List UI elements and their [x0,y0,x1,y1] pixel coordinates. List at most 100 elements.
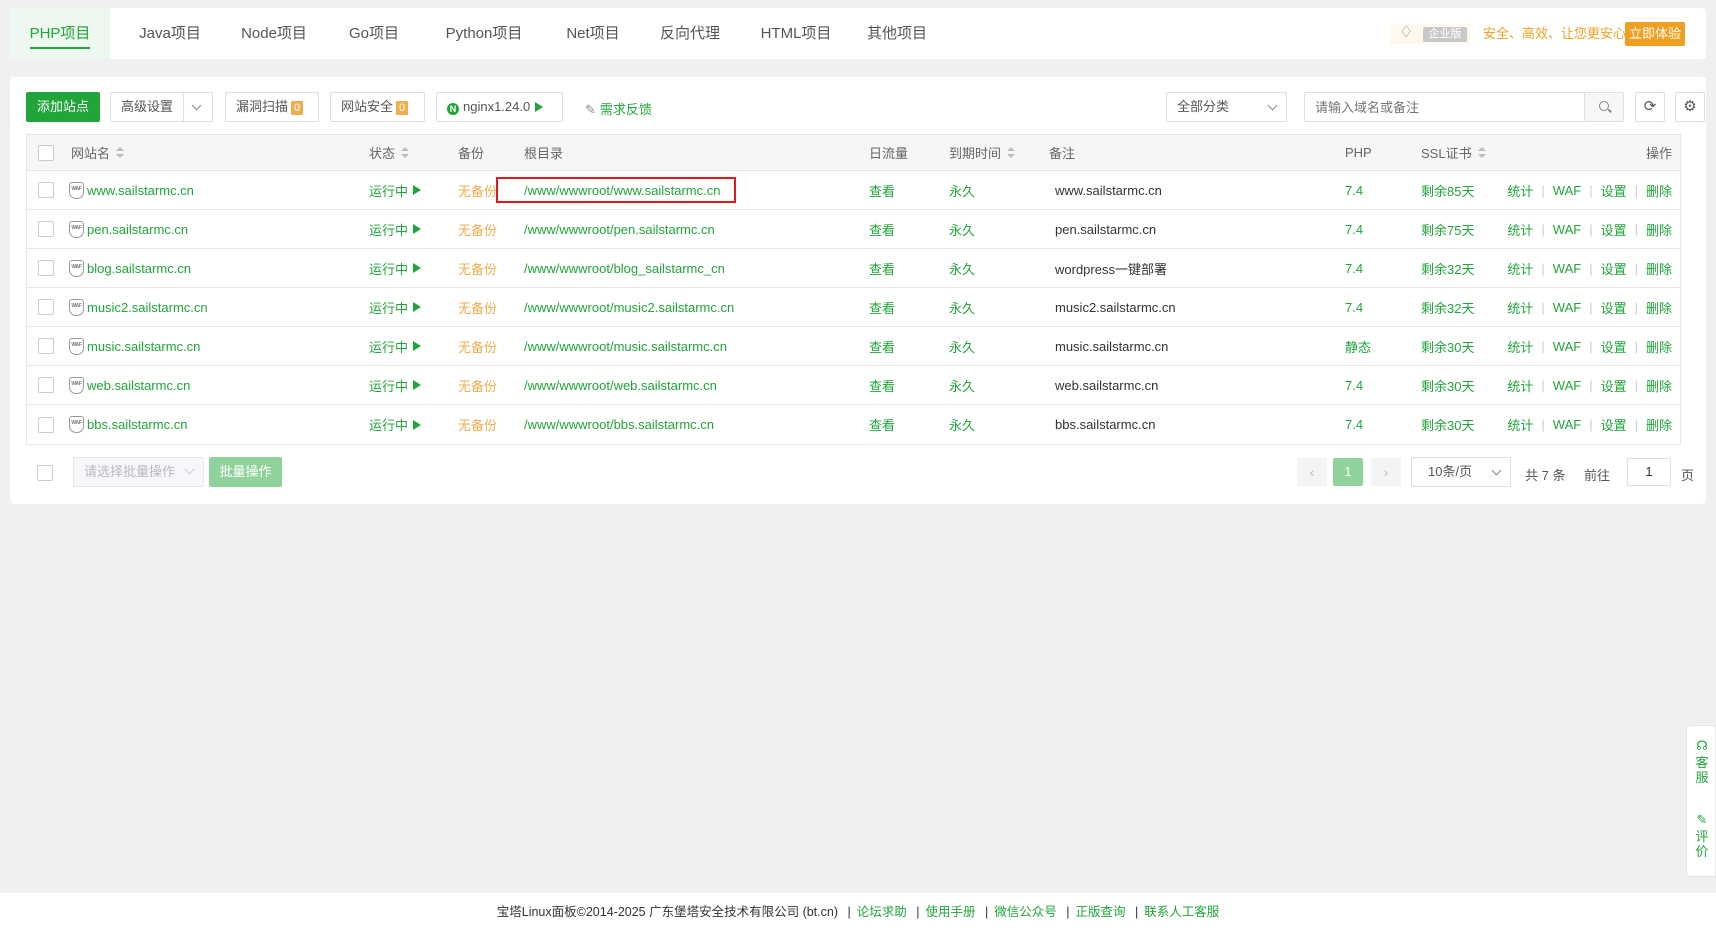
search-input[interactable] [1305,93,1585,121]
status-toggle[interactable]: 运行中 [369,366,422,404]
stats-action[interactable]: 统计 [1507,298,1533,317]
ssl-link[interactable]: 剩余32天 [1421,249,1474,287]
row-checkbox[interactable] [38,260,54,276]
expire-link[interactable]: 永久 [949,171,975,209]
delete-action[interactable]: 删除 [1646,415,1672,434]
delete-action[interactable]: 删除 [1646,337,1672,356]
site-name-link[interactable]: WAF bbs.sailstarmc.cn [69,405,187,444]
site-name-link[interactable]: WAF music.sailstarmc.cn [69,327,200,365]
traffic-link[interactable]: 查看 [869,405,895,444]
site-name-link[interactable]: WAF blog.sailstarmc.cn [69,249,191,287]
wechat-link[interactable]: 微信公众号 [994,905,1057,919]
ssl-link[interactable]: 剩余85天 [1421,171,1474,209]
advanced-dropdown[interactable] [183,92,213,122]
traffic-link[interactable]: 查看 [869,288,895,326]
settings-action[interactable]: 设置 [1601,376,1627,395]
backup-link[interactable]: 无备份 [458,327,497,365]
backup-link[interactable]: 无备份 [458,288,497,326]
header-expire[interactable]: 到期时间 [949,135,1016,170]
delete-action[interactable]: 删除 [1646,376,1672,395]
site-security-button[interactable]: 网站安全 0 [330,92,425,122]
traffic-link[interactable]: 查看 [869,366,895,404]
row-checkbox[interactable] [38,299,54,315]
status-toggle[interactable]: 运行中 [369,210,422,248]
remark-text[interactable]: www.sailstarmc.cn [1055,171,1162,209]
row-checkbox[interactable] [38,221,54,237]
remark-text[interactable]: pen.sailstarmc.cn [1055,210,1156,248]
site-name-link[interactable]: WAF pen.sailstarmc.cn [69,210,188,248]
forum-link[interactable]: 论坛求助 [857,905,907,919]
stats-action[interactable]: 统计 [1507,415,1533,434]
tab-go[interactable]: Go项目 [331,8,417,59]
root-dir-link[interactable]: /www/wwwroot/web.sailstarmc.cn [524,366,717,404]
ssl-link[interactable]: 剩余30天 [1421,366,1474,404]
remark-text[interactable]: wordpress一键部署 [1055,249,1167,287]
row-checkbox[interactable] [38,377,54,393]
status-toggle[interactable]: 运行中 [369,288,422,326]
traffic-link[interactable]: 查看 [869,210,895,248]
feedback-link[interactable]: ✎ 需求反馈 [585,99,652,118]
remark-text[interactable]: web.sailstarmc.cn [1055,366,1158,404]
status-toggle[interactable]: 运行中 [369,249,422,287]
stats-action[interactable]: 统计 [1507,220,1533,239]
waf-action[interactable]: WAF [1553,339,1581,354]
delete-action[interactable]: 删除 [1646,181,1672,200]
search-button[interactable] [1584,93,1623,121]
php-version-link[interactable]: 7.4 [1345,288,1363,326]
settings-action[interactable]: 设置 [1601,259,1627,278]
batch-operation-select[interactable]: 请选择批量操作 [73,457,204,487]
root-dir-link[interactable]: /www/wwwroot/pen.sailstarmc.cn [524,210,715,248]
waf-action[interactable]: WAF [1553,222,1581,237]
waf-action[interactable]: WAF [1553,183,1581,198]
waf-action[interactable]: WAF [1553,378,1581,393]
manual-link[interactable]: 使用手册 [925,905,975,919]
tab-php[interactable]: PHP项目 [10,8,110,59]
tab-other[interactable]: 其他项目 [850,8,944,59]
expire-link[interactable]: 永久 [949,288,975,326]
php-version-link[interactable]: 静态 [1345,327,1371,365]
row-checkbox[interactable] [38,416,54,433]
delete-action[interactable]: 删除 [1646,298,1672,317]
row-checkbox[interactable] [38,182,54,198]
backup-link[interactable]: 无备份 [458,405,497,444]
delete-action[interactable]: 删除 [1646,220,1672,239]
add-site-button[interactable]: 添加站点 [26,92,100,122]
header-status[interactable]: 状态 [369,135,410,170]
batch-operation-button[interactable]: 批量操作 [209,457,282,487]
remark-text[interactable]: bbs.sailstarmc.cn [1055,405,1155,444]
review-button[interactable]: ✎ 评价 [1687,812,1716,859]
root-dir-link[interactable]: /www/wwwroot/blog_sailstarmc_cn [524,249,725,287]
site-name-link[interactable]: WAF web.sailstarmc.cn [69,366,190,404]
remark-text[interactable]: music.sailstarmc.cn [1055,327,1168,365]
expire-link[interactable]: 永久 [949,210,975,248]
root-dir-link[interactable]: /www/wwwroot/www.sailstarmc.cn [524,171,720,209]
advanced-settings-button[interactable]: 高级设置 [110,92,184,122]
remark-text[interactable]: music2.sailstarmc.cn [1055,288,1176,326]
root-dir-link[interactable]: /www/wwwroot/music.sailstarmc.cn [524,327,727,365]
tab-python[interactable]: Python项目 [428,8,540,59]
next-page-button[interactable]: › [1371,458,1401,486]
select-all-checkbox[interactable] [38,144,54,161]
traffic-link[interactable]: 查看 [869,249,895,287]
php-version-link[interactable]: 7.4 [1345,210,1363,248]
traffic-link[interactable]: 查看 [869,171,895,209]
ssl-link[interactable]: 剩余30天 [1421,327,1474,365]
stats-action[interactable]: 统计 [1507,337,1533,356]
status-toggle[interactable]: 运行中 [369,171,422,209]
settings-action[interactable]: 设置 [1601,181,1627,200]
nginx-button[interactable]: Nnginx1.24.0 [436,92,563,122]
site-name-link[interactable]: WAF music2.sailstarmc.cn [69,288,208,326]
support-link[interactable]: 联系人工客服 [1144,905,1219,919]
settings-action[interactable]: 设置 [1601,415,1627,434]
root-dir-link[interactable]: /www/wwwroot/bbs.sailstarmc.cn [524,405,714,444]
tab-html[interactable]: HTML项目 [744,8,848,59]
expire-link[interactable]: 永久 [949,366,975,404]
category-select[interactable]: 全部分类 [1166,92,1287,122]
page-jump-input[interactable]: 1 [1627,458,1671,486]
traffic-link[interactable]: 查看 [869,327,895,365]
stats-action[interactable]: 统计 [1507,181,1533,200]
tab-node[interactable]: Node项目 [221,8,327,59]
ssl-link[interactable]: 剩余32天 [1421,288,1474,326]
backup-link[interactable]: 无备份 [458,249,497,287]
site-name-link[interactable]: WAF www.sailstarmc.cn [69,171,194,209]
